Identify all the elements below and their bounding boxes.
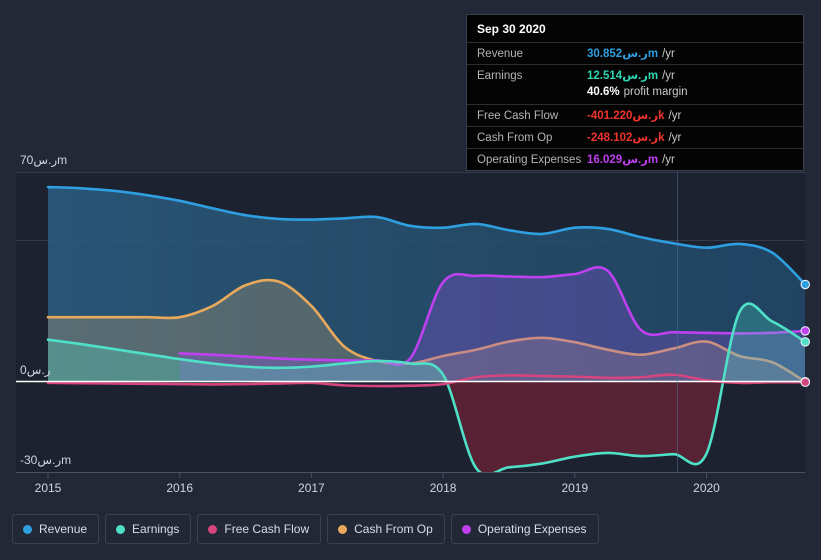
tooltip-value-earnings: 12.514ر.سm (587, 70, 659, 82)
legend-color-dot-icon (461, 524, 471, 534)
legend-item-free-cash-flow[interactable]: Free Cash Flow (197, 514, 322, 544)
x-axis-tick-2019: 2019 (561, 481, 589, 495)
tooltip-unit-earnings: /yr (662, 70, 675, 82)
legend-item-revenue[interactable]: Revenue (12, 514, 100, 544)
y-axis-label-zero: 0ر.س (20, 363, 51, 377)
tooltip-value-revenue: 30.852ر.سm (587, 48, 659, 60)
x-axis-tick-2018: 2018 (429, 481, 457, 495)
endpoint-operating-expenses (800, 326, 811, 336)
tooltip-unit-profit-margin: profit margin (623, 86, 688, 98)
legend-item-operating-expenses[interactable]: Operating Expenses (450, 514, 599, 544)
tooltip-unit-free-cash-flow: /yr (668, 110, 682, 122)
legend-item-label: Earnings (132, 522, 180, 536)
legend-item-label: Operating Expenses (477, 522, 587, 536)
tooltip-label-operating-expenses: Operating Expenses (477, 154, 582, 166)
y-axis-label-max: 70ر.سm (20, 153, 68, 167)
tooltip-value-free-cash-flow: -401.220ر.سk (587, 110, 665, 122)
tooltip-value-profit-margin: 40.6% (587, 86, 620, 98)
chart-app: 70ر.سm 0ر.س -30ر.سm 2015 2016 2017 2018 2019… (0, 0, 821, 560)
endpoint-earnings (800, 337, 811, 347)
tooltip-unit-operating-expenses: /yr (662, 154, 675, 166)
legend-item-label: Revenue (39, 522, 88, 536)
legend-color-dot-icon (23, 524, 32, 534)
tooltip-row-revenue: Revenue 30.852ر.سm /yr (467, 42, 803, 64)
x-axis-tick-2016: 2016 (166, 481, 194, 495)
endpoint-free-cash-flow (800, 377, 811, 388)
legend-item-label: Free Cash Flow (224, 522, 310, 536)
x-axis-tick-2015: 2015 (34, 481, 62, 495)
legend-item-label: Cash From Op (354, 522, 433, 536)
y-axis-label-min: -30ر.سm (20, 453, 72, 467)
tooltip-label-revenue: Revenue (477, 48, 524, 60)
tooltip-unit-cash-from-op: /yr (668, 132, 682, 144)
tooltip-row-earnings: Earnings 12.514ر.سm /yr (467, 64, 803, 86)
tooltip-unit-revenue: /yr (662, 48, 675, 60)
legend-item-earnings[interactable]: Earnings (105, 514, 192, 544)
tooltip-label-free-cash-flow: Free Cash Flow (477, 110, 559, 122)
tooltip-row-free-cash-flow: Free Cash Flow -401.220ر.سk /yr (467, 104, 803, 126)
legend-color-dot-icon (338, 524, 348, 534)
tooltip-value-operating-expenses: 16.029ر.سm (587, 154, 659, 166)
endpoint-revenue (800, 279, 811, 290)
legend-item-cash-from-op[interactable]: Cash From Op (327, 514, 445, 544)
x-axis-tick-2020: 2020 (693, 481, 720, 495)
tooltip-value-cash-from-op: -248.102ر.سk (587, 132, 665, 144)
chart-tooltip: Sep 30 2020 Revenue 30.852ر.سm /yr Earni… (466, 14, 804, 171)
tooltip-row-operating-expenses: Operating Expenses 16.029ر.سm /yr (467, 148, 803, 170)
tooltip-row-profit-margin: 40.6% profit margin (467, 86, 803, 104)
tooltip-label-cash-from-op: Cash From Op (477, 132, 553, 144)
tooltip-row-cash-from-op: Cash From Op -248.102ر.سk /yr (467, 126, 803, 148)
legend-color-dot-icon (208, 524, 218, 534)
tooltip-date: Sep 30 2020 (477, 22, 546, 36)
legend-color-dot-icon (116, 524, 126, 534)
x-axis-tick-2017: 2017 (298, 481, 325, 495)
chart-legend: Revenue Earnings Free Cash Flow Cash From O… (12, 514, 599, 544)
tooltip-label-earnings: Earnings (477, 70, 523, 82)
